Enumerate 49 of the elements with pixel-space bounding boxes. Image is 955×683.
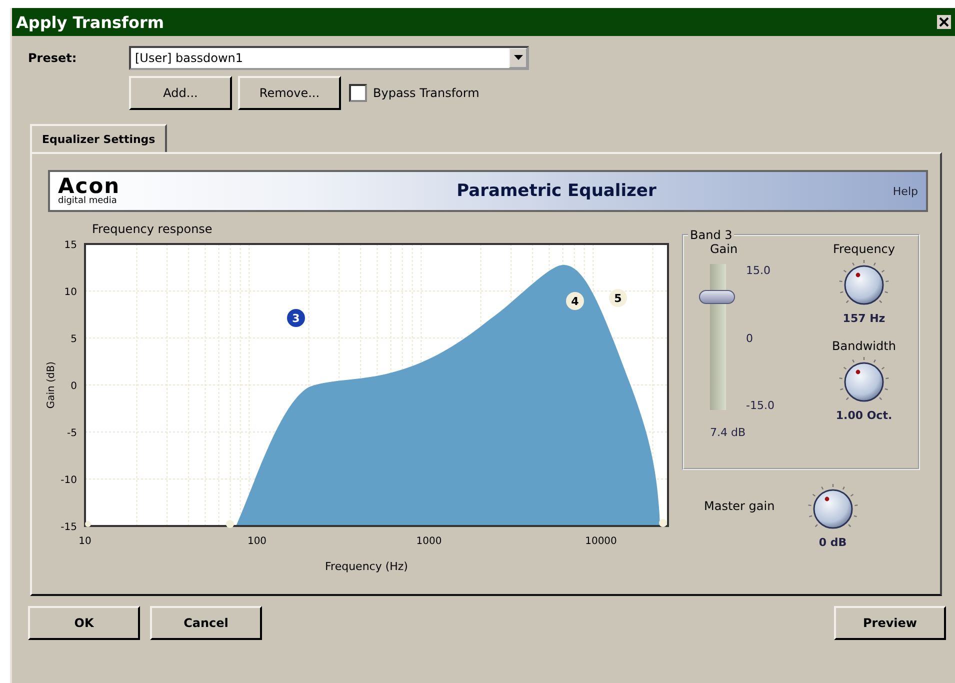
bypass-checkbox[interactable] bbox=[349, 84, 367, 102]
window-title: Apply Transform bbox=[16, 12, 164, 32]
y-axis-label: Gain (dB) bbox=[46, 361, 57, 409]
dialog-button[interactable]: OK bbox=[28, 606, 140, 640]
frequency-label: Frequency bbox=[833, 242, 895, 256]
chart-title: Frequency response bbox=[92, 222, 214, 238]
x-tick-label: 100 bbox=[247, 536, 267, 547]
logo-text: Acon bbox=[58, 176, 120, 197]
dialog-button[interactable]: Cancel bbox=[150, 606, 262, 640]
band-handle[interactable] bbox=[659, 519, 667, 527]
tab[interactable]: Equalizer Settings bbox=[30, 124, 168, 152]
scale-label: 15.0 bbox=[746, 264, 772, 277]
y-tick-label: 10 bbox=[64, 287, 77, 298]
bandwidth-value: 1.00 Oct. bbox=[836, 409, 892, 422]
y-tick-label: 15 bbox=[64, 240, 77, 251]
y-tick-label: -10 bbox=[60, 475, 77, 486]
band-handle[interactable] bbox=[85, 521, 91, 527]
master-gain-label: Master gain bbox=[704, 498, 775, 512]
band-handle[interactable]: 3 bbox=[287, 309, 305, 327]
plugin-title: Parametric Equalizer bbox=[456, 181, 656, 201]
x-tick-label: 10000 bbox=[585, 536, 617, 547]
scale-label: 0 bbox=[746, 332, 754, 344]
preset-button[interactable]: Add... bbox=[129, 76, 232, 110]
close-icon[interactable] bbox=[937, 15, 951, 29]
logo-subtitle: digital media bbox=[58, 197, 118, 206]
preset-label: Preset: bbox=[28, 51, 78, 65]
y-tick-label: -5 bbox=[67, 428, 77, 439]
y-tick-label: -15 bbox=[60, 522, 77, 533]
bypass-label: Bypass Transform bbox=[373, 86, 480, 100]
bandwidth-label: Bandwidth bbox=[832, 339, 896, 353]
preset-button[interactable]: Remove... bbox=[238, 76, 341, 110]
preset-dropdown[interactable]: [User] bassdown1 bbox=[129, 46, 529, 70]
gain-value: 7.4 dB bbox=[710, 426, 746, 439]
x-tick-label: 1000 bbox=[416, 536, 442, 547]
frequency-value: 157 Hz bbox=[842, 312, 886, 325]
band-handle[interactable] bbox=[226, 520, 234, 528]
scale-label: -15.0 bbox=[746, 399, 774, 412]
band-handle[interactable]: 4 bbox=[566, 292, 584, 310]
band-handle[interactable]: 5 bbox=[609, 289, 627, 307]
gain-label: Gain bbox=[710, 242, 738, 256]
master-gain-value: 0 dB bbox=[818, 536, 847, 549]
y-tick-label: 0 bbox=[70, 381, 77, 392]
help-link[interactable]: Help bbox=[892, 184, 918, 198]
x-axis-label: Frequency (Hz) bbox=[325, 560, 408, 573]
band-title: Band 3 bbox=[689, 228, 734, 242]
y-tick-label: 5 bbox=[70, 334, 77, 345]
slider-thumb[interactable] bbox=[699, 290, 735, 304]
dialog-button[interactable]: Preview bbox=[834, 606, 946, 640]
x-tick-label: 10 bbox=[78, 536, 92, 547]
